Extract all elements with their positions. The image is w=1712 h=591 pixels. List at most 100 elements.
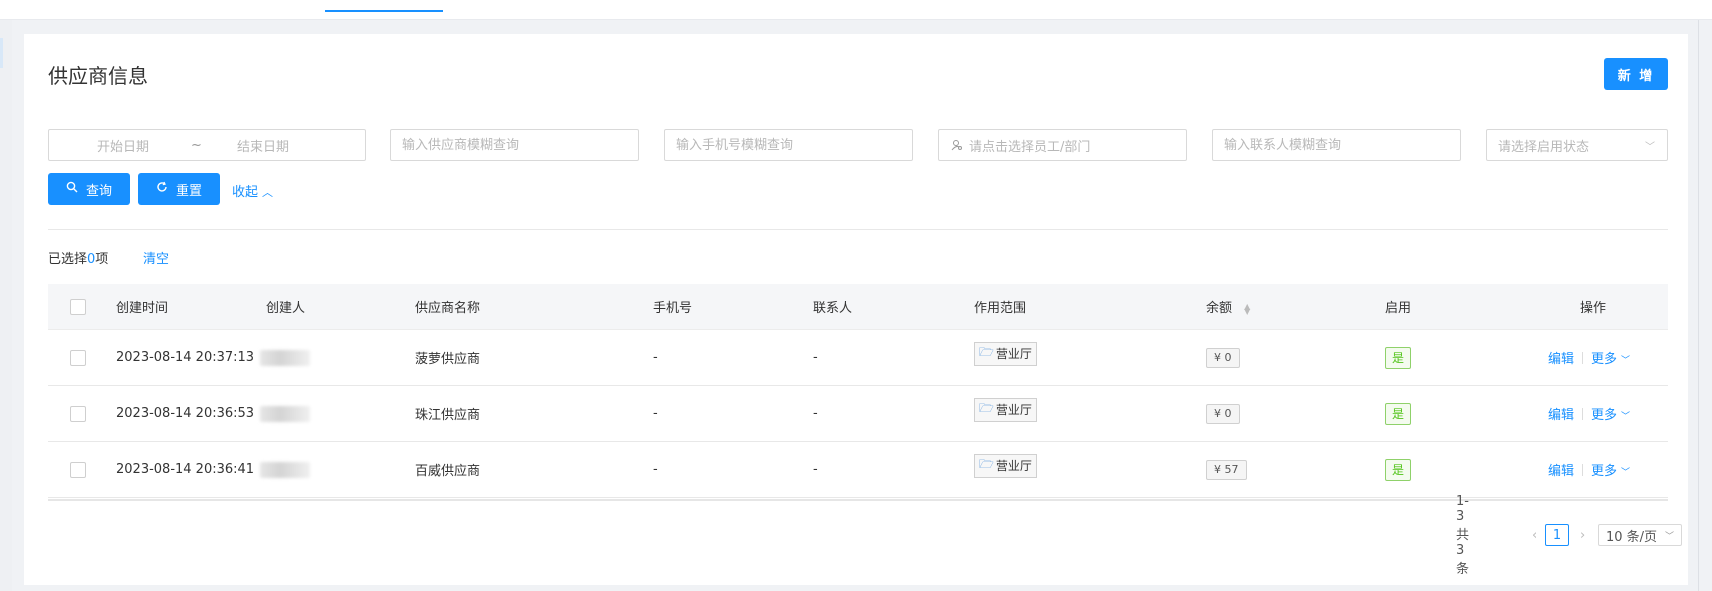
- enabled-badge: 是: [1385, 346, 1412, 369]
- edit-link[interactable]: 编辑: [1548, 460, 1574, 479]
- sort-icon[interactable]: ▲ ▼: [1244, 302, 1250, 315]
- query-button-label: 查询: [85, 183, 112, 199]
- staff-picker-field[interactable]: 请点击选择员工/部门: [938, 129, 1187, 161]
- collapse-link-label: 收起: [232, 185, 259, 200]
- prev-page-icon[interactable]: ‹: [1532, 528, 1537, 543]
- page-size-label: 10 条/页: [1606, 529, 1658, 545]
- col-scope: 作用范围: [974, 301, 1027, 316]
- scrollbar-rail[interactable]: [1698, 20, 1699, 591]
- supplier-search-field[interactable]: [390, 129, 639, 161]
- row-checkbox[interactable]: [70, 405, 86, 422]
- scope-label: 营业厅: [995, 459, 1032, 473]
- col-actions: 操作: [1580, 301, 1607, 316]
- col-contact: 联系人: [813, 301, 853, 316]
- more-link[interactable]: 更多 ﹀: [1591, 348, 1630, 367]
- more-link[interactable]: 更多 ﹀: [1591, 404, 1630, 423]
- action-divider: [1582, 407, 1584, 420]
- row-contact: -: [813, 406, 818, 421]
- edit-link[interactable]: 编辑: [1548, 404, 1574, 423]
- contact-search-input[interactable]: [1213, 130, 1460, 160]
- active-tab-indicator: [325, 10, 443, 12]
- creator-blurred: [260, 349, 310, 366]
- scope-tag: 🗁 营业厅: [974, 397, 1037, 422]
- scope-label: 营业厅: [995, 347, 1032, 361]
- page-title: 供应商信息: [48, 64, 148, 88]
- scope-label: 营业厅: [995, 403, 1032, 417]
- date-range-picker[interactable]: 开始日期 ~ 结束日期: [48, 129, 366, 161]
- folder-icon: 🗁: [979, 345, 994, 359]
- phone-search-input[interactable]: [665, 130, 912, 160]
- top-tab-bar: [0, 0, 1712, 20]
- row-contact: -: [813, 462, 818, 477]
- end-date-input[interactable]: 结束日期: [237, 136, 289, 155]
- edit-link[interactable]: 编辑: [1548, 348, 1574, 367]
- status-select[interactable]: 请选择启用状态 ﹀: [1486, 129, 1668, 161]
- col-balance-label: 余额: [1206, 301, 1233, 316]
- table-row: 2023-08-14 20:36:53 珠江供应商 - - 🗁 营业厅 ¥ 0 是…: [48, 386, 1668, 442]
- balance-tag: ¥ 0: [1206, 403, 1240, 424]
- table-row: 2023-08-14 20:36:41 百威供应商 - - 🗁 营业厅 ¥ 57 …: [48, 442, 1668, 498]
- reset-button[interactable]: 重置: [138, 173, 220, 205]
- reload-icon: [156, 181, 168, 197]
- query-button[interactable]: 查询: [48, 173, 130, 205]
- page-1-button[interactable]: 1: [1545, 524, 1569, 546]
- col-enabled: 启用: [1385, 301, 1412, 316]
- enabled-badge: 是: [1385, 458, 1412, 481]
- chevron-down-icon: ﹀: [1621, 356, 1631, 366]
- search-icon: [66, 181, 78, 197]
- folder-icon: 🗁: [979, 401, 994, 415]
- next-page-icon[interactable]: ›: [1580, 528, 1585, 543]
- col-created-time: 创建时间: [116, 301, 169, 316]
- row-supplier-name: 菠萝供应商: [415, 352, 481, 367]
- date-separator: ~: [191, 137, 202, 153]
- supplier-search-input[interactable]: [391, 130, 638, 160]
- collapse-filters-link[interactable]: 收起 ︿: [232, 181, 273, 200]
- creator-blurred: [260, 461, 310, 478]
- row-phone: -: [653, 406, 658, 421]
- row-phone: -: [653, 462, 658, 477]
- more-link[interactable]: 更多 ﹀: [1591, 460, 1630, 479]
- chevron-down-icon: ﹀: [1621, 468, 1631, 478]
- section-divider: [48, 229, 1668, 230]
- status-select-placeholder: 请选择启用状态: [1498, 139, 1590, 155]
- selection-prefix: 已选择: [48, 252, 88, 267]
- sidebar-edge-marker: [0, 38, 3, 68]
- row-checkbox[interactable]: [70, 461, 86, 478]
- phone-search-field[interactable]: [664, 129, 913, 161]
- page-scrollbar[interactable]: [1688, 20, 1712, 591]
- table-row: 2023-08-14 20:37:13 菠萝供应商 - - 🗁 营业厅 ¥ 0 是…: [48, 330, 1668, 386]
- row-contact: -: [813, 350, 818, 365]
- balance-tag: ¥ 0: [1206, 347, 1240, 368]
- select-all-checkbox[interactable]: [70, 298, 86, 315]
- creator-blurred: [260, 405, 310, 422]
- chevron-down-icon: ﹀: [1621, 412, 1631, 422]
- start-date-input[interactable]: 开始日期: [97, 136, 149, 155]
- col-supplier-name: 供应商名称: [415, 301, 481, 316]
- more-link-label: 更多: [1591, 464, 1618, 479]
- col-phone: 手机号: [653, 301, 693, 316]
- user-search-icon: [951, 140, 962, 151]
- selection-info: 已选择0项: [48, 248, 108, 267]
- balance-tag: ¥ 57: [1206, 459, 1247, 480]
- add-supplier-button[interactable]: 新 增: [1604, 58, 1668, 90]
- left-sidebar-edge: [0, 20, 12, 591]
- staff-picker-placeholder: 请点击选择员工/部门: [969, 139, 1091, 155]
- chevron-down-icon: ﹀: [1664, 531, 1674, 542]
- page-size-select[interactable]: 10 条/页 ﹀: [1598, 524, 1682, 546]
- enabled-badge: 是: [1385, 402, 1412, 425]
- more-link-label: 更多: [1591, 408, 1618, 423]
- row-phone: -: [653, 350, 658, 365]
- col-balance[interactable]: 余额 ▲ ▼: [1206, 297, 1250, 316]
- row-supplier-name: 百威供应商: [415, 464, 481, 479]
- chevron-up-icon: ︿: [262, 186, 274, 199]
- contact-search-field[interactable]: [1212, 129, 1461, 161]
- row-created-time: 2023-08-14 20:37:13: [116, 350, 255, 365]
- clear-selection-link[interactable]: 清空: [143, 248, 169, 267]
- row-actions: 编辑 更多 ﹀: [1548, 460, 1630, 479]
- row-actions: 编辑 更多 ﹀: [1548, 348, 1630, 367]
- row-created-time: 2023-08-14 20:36:41: [116, 462, 255, 477]
- row-checkbox[interactable]: [70, 349, 86, 366]
- table-scroll-track[interactable]: [48, 499, 1668, 501]
- row-created-time: 2023-08-14 20:36:53: [116, 406, 255, 421]
- col-creator: 创建人: [266, 301, 306, 316]
